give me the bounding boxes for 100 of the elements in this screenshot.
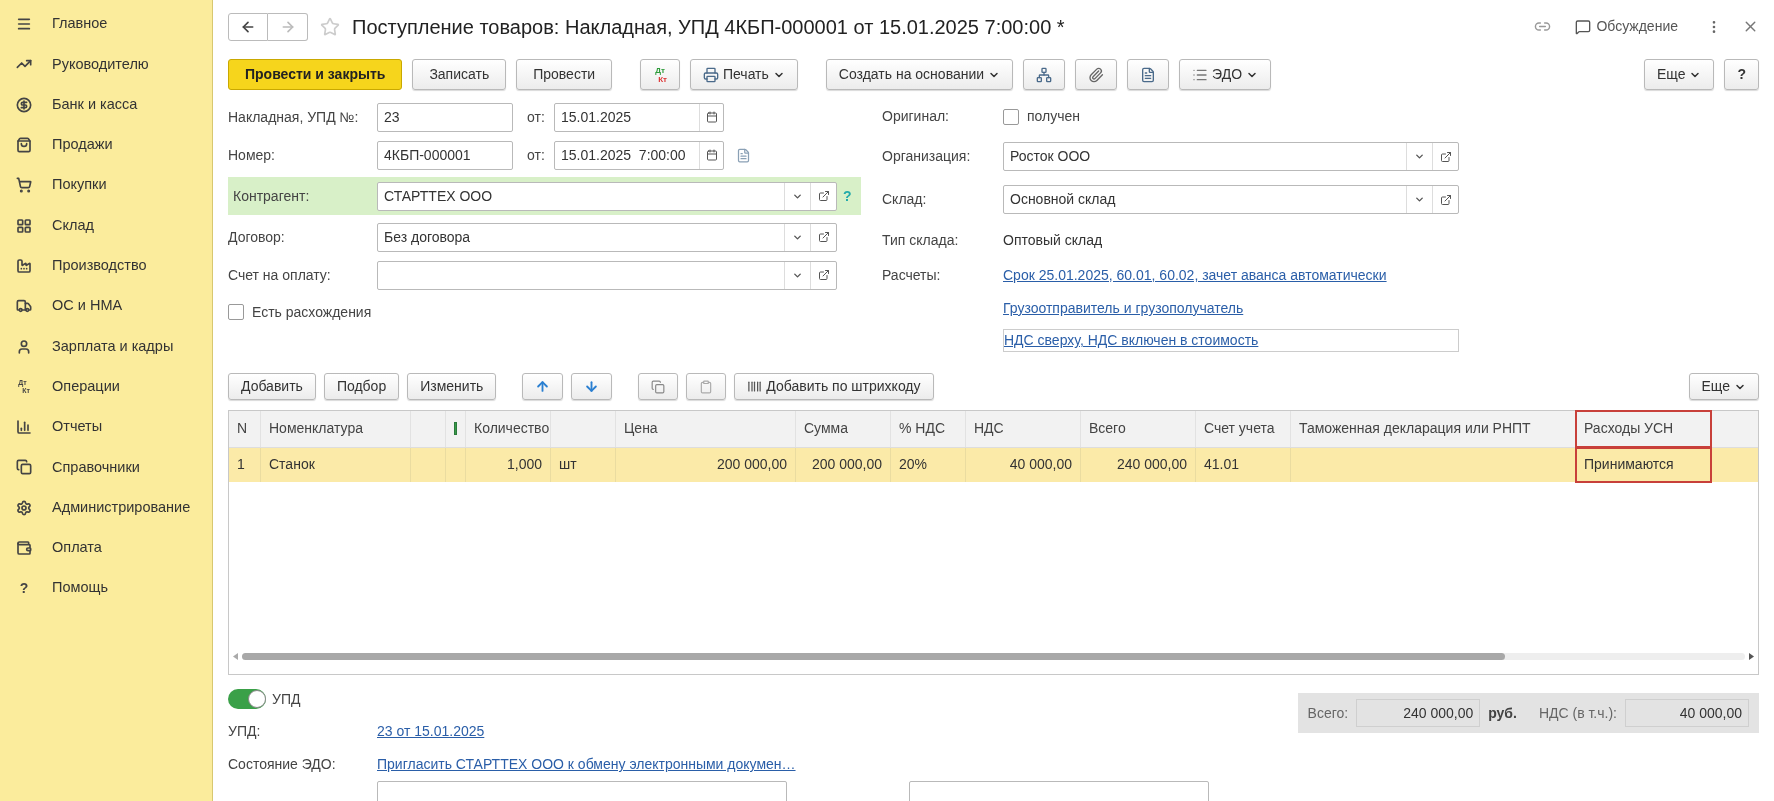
- wallet-icon: [16, 540, 32, 556]
- select-field[interactable]: Основной склад: [1003, 185, 1459, 215]
- bar-chart-icon: [16, 419, 32, 436]
- copy-button[interactable]: [638, 373, 679, 401]
- sidebar-item[interactable]: Руководителю: [0, 44, 212, 85]
- column-header[interactable]: Всего: [1081, 410, 1196, 447]
- link[interactable]: Срок 25.01.2025, 60.01, 60.02, зачет аванса автоматически: [1003, 264, 1387, 286]
- column-header[interactable]: N: [229, 410, 261, 447]
- checkbox[interactable]: [1003, 108, 1019, 125]
- input-field[interactable]: 23: [377, 102, 513, 132]
- field-label: Организация:: [882, 147, 972, 167]
- link[interactable]: 23 от 15.01.2025: [377, 721, 485, 742]
- clipboard-icon: [699, 379, 714, 394]
- link[interactable]: Пригласить СТАРТТЕХ ООО к обмену электронными докумен…: [377, 754, 796, 775]
- document-icon[interactable]: [736, 147, 751, 163]
- sidebar-item[interactable]: Производство: [0, 245, 212, 287]
- debit-credit-icon: Дт Кт: [653, 65, 667, 84]
- table-cell: 1,000: [466, 447, 551, 482]
- table-button[interactable]: Изменить: [407, 373, 497, 401]
- select-field[interactable]: Без договора: [377, 222, 837, 252]
- scroll-left-icon[interactable]: [233, 652, 238, 660]
- attach-button[interactable]: [1075, 59, 1118, 91]
- date-field[interactable]: 15.01.2025: [554, 102, 724, 132]
- table-cell: 200 000,00: [796, 447, 891, 482]
- structure-button[interactable]: [1023, 59, 1066, 91]
- column-header[interactable]: Цена: [616, 410, 796, 447]
- table-button[interactable]: Подбор: [323, 373, 400, 401]
- column-header[interactable]: Сумма: [796, 410, 891, 447]
- column-header[interactable]: НДС: [966, 410, 1081, 447]
- table-cell: 240 000,00: [1081, 447, 1196, 482]
- date-field[interactable]: 15.01.2025 7:00:00: [554, 140, 724, 170]
- post-and-close-button[interactable]: Провести и закрыть: [228, 59, 403, 91]
- select-field[interactable]: Росток ООО: [1003, 142, 1459, 172]
- sidebar-item[interactable]: Банк и касса: [0, 84, 212, 125]
- coin-icon: [16, 96, 32, 113]
- toolbar-button[interactable]: Провести: [516, 59, 613, 91]
- bag-icon: [16, 137, 32, 154]
- column-header[interactable]: Расходы УСН: [1576, 410, 1711, 447]
- sidebar-item[interactable]: Продажи: [0, 124, 212, 166]
- scroll-right-icon[interactable]: [1749, 652, 1754, 660]
- paperclip-icon: [1088, 66, 1105, 83]
- open-icon: [1439, 151, 1452, 163]
- paste-button[interactable]: [686, 373, 727, 401]
- sidebar-item[interactable]: Покупки: [0, 165, 212, 206]
- checkbox[interactable]: [228, 304, 244, 321]
- sidebar-item[interactable]: Администрирование: [0, 487, 212, 528]
- table-button[interactable]: Добавить: [228, 373, 316, 401]
- barcode-button[interactable]: Добавить по штрихкоду: [734, 373, 934, 401]
- toggle-switch[interactable]: [228, 689, 266, 709]
- toolbar-button[interactable]: Записать: [412, 59, 507, 91]
- sidebar-item[interactable]: Главное: [0, 4, 212, 45]
- select-field[interactable]: СТАРТТЕХ ООО: [377, 181, 837, 211]
- more-button[interactable]: Еще: [1643, 59, 1715, 91]
- select-field[interactable]: [377, 260, 837, 290]
- sidebar-item[interactable]: Склад: [0, 205, 212, 246]
- total-value: 240 000,00: [1356, 699, 1481, 727]
- column-header[interactable]: Таможенная декларация или РНПТ: [1291, 410, 1576, 447]
- chat-icon: [1575, 18, 1592, 35]
- link[interactable]: Грузоотправитель и грузополучатель: [1003, 297, 1244, 319]
- sidebar-item[interactable]: Оплата: [0, 527, 212, 569]
- link[interactable]: НДС сверху, НДС включен в стоимость: [1003, 329, 1459, 353]
- field-label: Номер:: [228, 145, 276, 165]
- input-field[interactable]: 4КБП-000001: [377, 140, 513, 170]
- stack-icon: [16, 459, 32, 476]
- column-header[interactable]: Счет учета: [1196, 410, 1291, 447]
- field-value: Оптовый склад: [1003, 230, 1103, 250]
- create-based-on-button[interactable]: Создать на основании: [825, 59, 1014, 91]
- column-header[interactable]: Номенклатура: [261, 410, 411, 447]
- discussion-button[interactable]: Обсуждение: [1575, 16, 1678, 38]
- sidebar-item[interactable]: Зарплата и кадры: [0, 326, 212, 367]
- sidebar-item[interactable]: Отчеты: [0, 406, 212, 448]
- input-field[interactable]: [377, 781, 787, 801]
- print-button[interactable]: Печать: [689, 59, 798, 91]
- table-cell: 20%: [891, 447, 966, 482]
- column-header[interactable]: % НДС: [891, 410, 966, 447]
- document-button[interactable]: [1127, 59, 1170, 91]
- sidebar-item[interactable]: ОС и НМА: [0, 286, 212, 327]
- move-up-button[interactable]: [522, 373, 564, 401]
- date-label: от:: [526, 145, 546, 165]
- edo-button[interactable]: ЭДО: [1179, 59, 1272, 91]
- field-label: УПД:: [228, 722, 262, 741]
- debit-credit-button[interactable]: Дт Кт: [640, 59, 680, 91]
- table-cell: Станок: [261, 447, 411, 482]
- window-title: Поступление товаров: Накладная, УПД 4КБП-000001 от 15.01.2025 7:00:00 *: [352, 14, 1065, 40]
- more-button[interactable]: Еще: [1688, 373, 1759, 401]
- back-button[interactable]: [228, 12, 268, 41]
- toggle-label: УПД: [272, 689, 301, 709]
- field-label: Расчеты:: [882, 265, 942, 285]
- input-field[interactable]: [909, 781, 1209, 801]
- star-icon[interactable]: [320, 16, 340, 37]
- sidebar-item[interactable]: Справочники: [0, 447, 212, 488]
- table-row[interactable]: 1 Станок 1,000 шт 200 000,00 200 000,00 20% 40 000,00 240 000,00 41.01 Принимаются: [229, 447, 1758, 482]
- field-label: Контрагент:: [233, 186, 311, 206]
- field-label: Договор:: [228, 227, 286, 247]
- help-button[interactable]: ?: [1724, 59, 1759, 91]
- column-header[interactable]: Количество: [466, 410, 551, 447]
- move-down-button[interactable]: [571, 373, 613, 401]
- sidebar-item[interactable]: ? Помощь: [0, 568, 212, 609]
- cart-icon: [16, 177, 32, 194]
- total-label: Всего:: [1307, 703, 1349, 723]
